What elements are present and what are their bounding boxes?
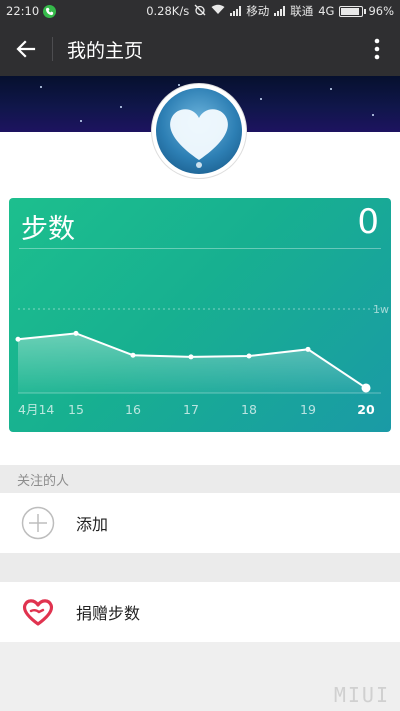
x-tick-label: 19: [300, 402, 316, 417]
alarm-off-icon: [194, 4, 206, 19]
data-point: [130, 352, 136, 358]
data-point: [73, 330, 79, 336]
signal-icon: [274, 6, 286, 16]
more-options-button[interactable]: [354, 22, 400, 76]
reference-label: 1w: [373, 303, 389, 316]
x-tick-label: 15: [68, 402, 84, 417]
x-tick-label: 16: [125, 402, 141, 417]
wifi-icon: [211, 4, 225, 18]
steps-chart: 1w 4月14 15 16 17 18 19 20: [15, 303, 389, 417]
series-area: [18, 333, 366, 393]
following-header: 关注的人: [0, 465, 400, 493]
data-point: [246, 353, 252, 359]
signal-icon: [230, 6, 242, 16]
add-circle-icon: [21, 506, 55, 540]
x-tick-label: 20: [357, 402, 375, 417]
heart-hand-icon: [22, 599, 54, 626]
status-time: 22:10: [6, 4, 40, 18]
phone-call-icon: [43, 4, 57, 18]
carrier-1-label: 移动: [246, 4, 270, 18]
toolbar-divider: [52, 37, 53, 61]
donate-steps-row[interactable]: 捐赠步数: [0, 582, 400, 642]
miui-watermark: MIUI: [333, 683, 390, 707]
x-tick-label: 4月14: [18, 402, 54, 417]
network-type: 4G: [318, 4, 335, 18]
arrow-left-icon: [16, 40, 36, 58]
carrier-2-label: 联通: [290, 4, 314, 18]
data-point: [188, 354, 194, 360]
heart-cloud-icon: [170, 109, 228, 168]
status-bar: 22:10 0.28K/s 移动 联通 4G 96%: [0, 0, 400, 22]
app-bar: 我的主页: [0, 22, 400, 76]
battery-percent: 96%: [368, 4, 394, 18]
add-following-row[interactable]: 添加: [0, 493, 400, 553]
battery-icon: [339, 5, 367, 17]
page-title: 我的主页: [67, 39, 144, 62]
avatar[interactable]: [152, 84, 246, 178]
data-point: [15, 336, 21, 342]
network-speed: 0.28K/s: [146, 4, 190, 18]
section-gap: [0, 553, 400, 582]
data-point: [361, 383, 371, 393]
x-tick-label: 17: [183, 402, 199, 417]
x-tick-label: 18: [241, 402, 257, 417]
donate-label: 捐赠步数: [76, 604, 141, 623]
steps-card[interactable]: 步数 0 1w 4月14 15 16 17 18 19 20: [9, 198, 391, 432]
back-button[interactable]: [0, 22, 52, 76]
more-vertical-icon: [374, 38, 380, 60]
add-label: 添加: [76, 515, 109, 534]
data-point: [305, 346, 311, 352]
